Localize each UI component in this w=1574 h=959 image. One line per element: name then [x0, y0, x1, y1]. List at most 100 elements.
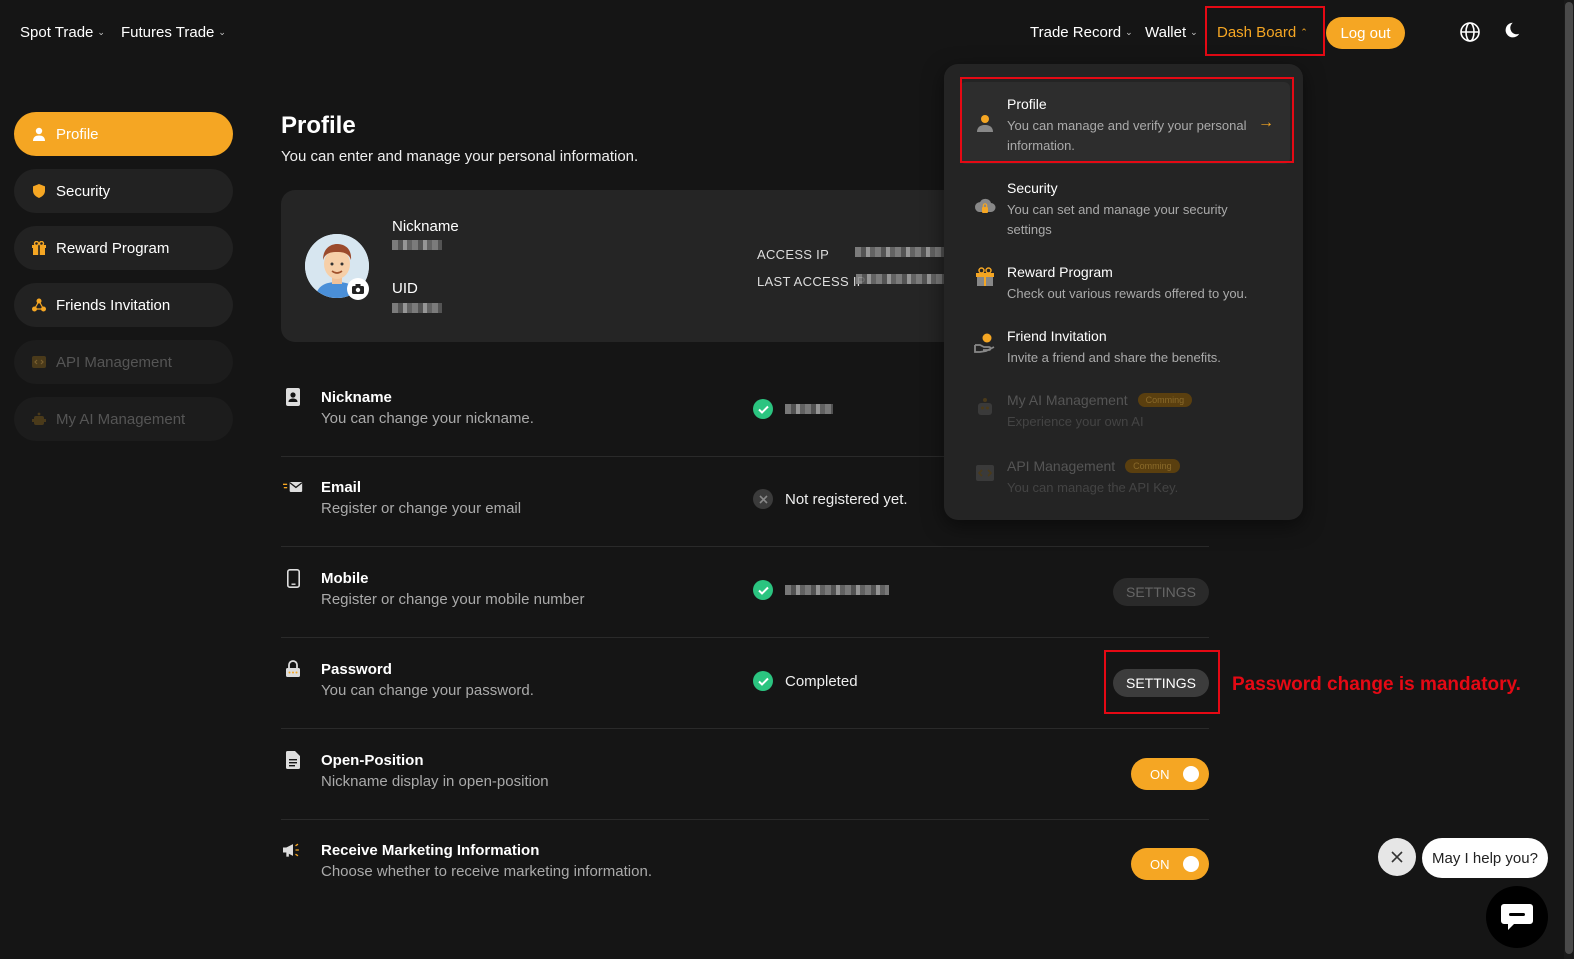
row-title: Nickname [321, 389, 392, 406]
sidebar-item-api-management: API Management [14, 340, 233, 384]
shield-icon [32, 184, 46, 198]
dropdown-item-title: My AI Management Comming [1007, 392, 1193, 408]
row-desc: Register or change your email [321, 500, 522, 517]
chevron-down-icon: ⌄ [97, 27, 105, 37]
chat-greeting-bubble[interactable]: May I help you? [1422, 838, 1548, 878]
dropdown-item-title-text: Security [1007, 180, 1058, 196]
dropdown-item-security[interactable]: Security You can set and manage your sec… [960, 166, 1290, 248]
highlight-box-dashboard [1205, 6, 1325, 56]
sidebar-item-profile[interactable]: Profile [14, 112, 233, 156]
dropdown-item-title-text: My AI Management [1007, 392, 1128, 408]
nav-trade-record-label: Trade Record [1030, 24, 1122, 41]
sidebar-item-label: Profile [56, 125, 99, 143]
gift-icon [974, 266, 996, 288]
dropdown-item-title-text: API Management [1007, 458, 1116, 474]
dropdown-item-desc: Experience your own AI [1007, 414, 1144, 429]
row-title: Receive Marketing Information [321, 842, 540, 859]
hand-coin-icon [974, 332, 996, 354]
mail-icon [283, 477, 303, 497]
sidebar-item-friends-invitation[interactable]: Friends Invitation [14, 283, 233, 327]
row-title: Email [321, 479, 362, 496]
coming-badge: Comming [1137, 393, 1193, 407]
row-password: Password You can change your password. C… [281, 639, 1209, 729]
row-title: Open-Position [321, 752, 424, 769]
row-title: Password [321, 661, 392, 678]
nickname-status-redacted [785, 404, 833, 414]
close-icon [1391, 851, 1403, 863]
page-title: Profile [281, 112, 356, 139]
robot-icon [32, 412, 46, 426]
sidebar-item-my-ai-management: My AI Management [14, 397, 233, 441]
sidebar-item-label: Security [56, 182, 111, 200]
row-status [753, 399, 833, 419]
nav-trade-record[interactable]: Trade Record ⌄ [1030, 24, 1133, 41]
row-desc: You can change your password. [321, 682, 534, 699]
toggle-label: ON [1150, 856, 1170, 872]
marketing-toggle[interactable]: ON [1131, 848, 1209, 880]
id-card-icon [283, 387, 303, 407]
chevron-down-icon: ⌄ [1190, 27, 1198, 37]
lock-icon [283, 659, 303, 679]
toggle-label: ON [1150, 766, 1170, 782]
code-icon [974, 462, 996, 484]
nav-futures-trade[interactable]: Futures Trade ⌄ [121, 24, 226, 41]
row-desc: Choose whether to receive marketing info… [321, 863, 652, 880]
dropdown-item-title: Friend Invitation [1007, 328, 1107, 344]
check-icon [753, 671, 773, 691]
page-subtitle: You can enter and manage your personal i… [281, 148, 639, 165]
access-ip-label: ACCESS IP [757, 247, 830, 262]
network-icon [32, 298, 46, 312]
dropdown-item-title: Security [1007, 180, 1058, 196]
sidebar-item-label: Reward Program [56, 239, 170, 257]
logout-button[interactable]: Log out [1326, 17, 1405, 49]
chat-close-button[interactable] [1378, 838, 1416, 876]
dropdown-item-title: API Management Comming [1007, 458, 1180, 474]
nav-spot-trade[interactable]: Spot Trade ⌄ [20, 24, 105, 41]
row-status: Completed [753, 671, 858, 691]
open-position-toggle[interactable]: ON [1131, 758, 1209, 790]
annotation-text: Password change is mandatory. [1232, 674, 1521, 695]
sidebar-item-label: My AI Management [56, 410, 186, 428]
nav-wallet-label: Wallet [1145, 24, 1187, 41]
mobile-settings-button[interactable]: SETTINGS [1113, 578, 1209, 606]
profile-card: Nickname UID ACCESS IP LAST ACCESS IP [281, 190, 946, 342]
cloud-lock-icon [974, 196, 996, 218]
dashboard-dropdown: Profile You can manage and verify your p… [944, 64, 1303, 520]
dropdown-item-desc: You can set and manage your security set… [1007, 202, 1228, 237]
document-icon [283, 750, 303, 770]
mobile-icon [283, 568, 303, 588]
toggle-knob [1183, 766, 1199, 782]
camera-icon[interactable] [347, 278, 369, 300]
moon-icon[interactable] [1500, 20, 1526, 46]
user-icon [32, 127, 46, 141]
access-ip-value-redacted [855, 247, 946, 257]
row-title: Mobile [321, 570, 369, 587]
scrollbar[interactable] [1564, 0, 1574, 959]
dropdown-item-desc: You can manage the API Key. [1007, 480, 1179, 495]
sidebar-item-security[interactable]: Security [14, 169, 233, 213]
nickname-value-redacted [392, 240, 442, 250]
row-mobile: Mobile Register or change your mobile nu… [281, 548, 1209, 638]
row-desc: Register or change your mobile number [321, 591, 585, 608]
close-circle-icon [753, 489, 773, 509]
row-desc: You can change your nickname. [321, 410, 534, 427]
sidebar-item-label: Friends Invitation [56, 296, 171, 314]
toggle-knob [1183, 856, 1199, 872]
gift-icon [32, 241, 46, 255]
dropdown-item-desc: Invite a friend and share the benefits. [1007, 350, 1221, 365]
globe-icon[interactable] [1458, 20, 1484, 46]
nav-futures-trade-label: Futures Trade [121, 24, 215, 41]
sidebar-item-reward-program[interactable]: Reward Program [14, 226, 233, 270]
check-icon [753, 580, 773, 600]
nav-wallet[interactable]: Wallet ⌄ [1145, 24, 1198, 41]
nickname-label: Nickname [392, 218, 459, 235]
chat-open-button[interactable] [1486, 886, 1548, 948]
highlight-box-dropdown-profile [960, 77, 1294, 163]
scrollbar-thumb[interactable] [1565, 2, 1573, 954]
robot-icon [974, 396, 996, 418]
mobile-status-redacted [785, 585, 889, 595]
dropdown-item-title-text: Reward Program [1007, 264, 1113, 280]
nav-spot-trade-label: Spot Trade [20, 24, 94, 41]
row-status [753, 580, 889, 600]
highlight-box-password-settings [1104, 650, 1220, 714]
